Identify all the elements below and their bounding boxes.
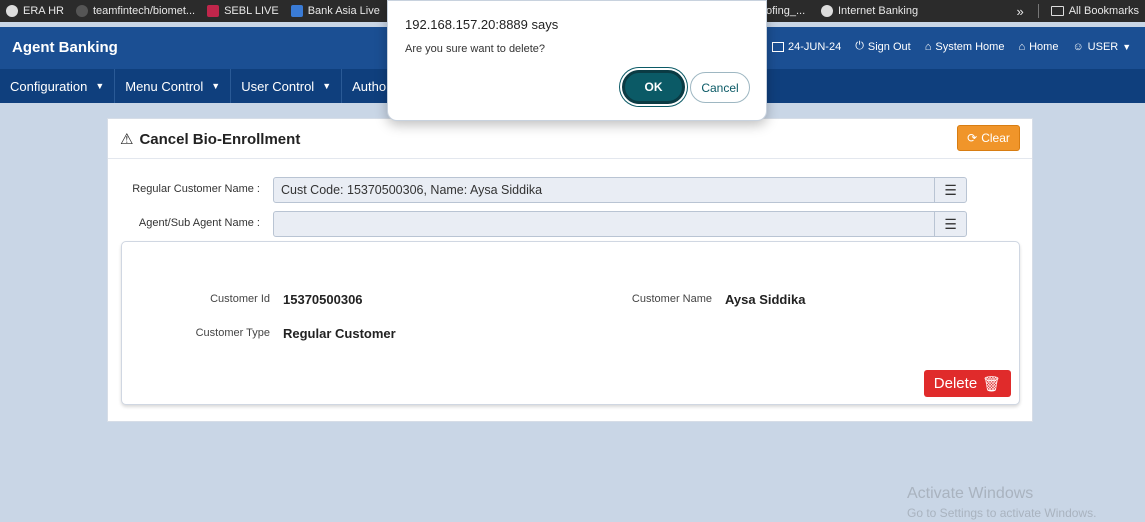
home-icon: ⌂ — [924, 40, 932, 53]
delete-button[interactable]: Delete 🗑 — [924, 370, 1011, 397]
bookmark-teamfintech[interactable]: teamfintech/biomet... — [70, 5, 201, 17]
customer-id-label: Customer Id — [210, 293, 270, 305]
divider — [1037, 4, 1039, 18]
activate-windows-watermark: Activate Windows — [907, 485, 1034, 502]
home-link[interactable]: ⌂ Home — [1018, 41, 1058, 53]
home-icon: ⌂ — [1018, 40, 1026, 53]
warning-icon: ⚠ — [120, 131, 134, 148]
user-icon: ☺ — [1072, 40, 1084, 53]
all-bookmarks[interactable]: All Bookmarks — [1045, 5, 1145, 17]
trash-icon: 🗑 — [982, 375, 1002, 393]
bookmark-ofing[interactable]: ofing_... — [760, 5, 811, 17]
cancel-button[interactable]: Cancel — [690, 72, 750, 103]
dialog-message: Are you sure want to delete? — [405, 43, 546, 55]
customer-name-label: Customer Name — [631, 293, 712, 305]
bookmark-sebl-live[interactable]: SEBL LIVE — [201, 5, 285, 17]
chevron-down-icon: ▼ — [1122, 41, 1132, 52]
list-icon: ☰ — [944, 215, 957, 232]
menu-configuration[interactable]: Configuration ▼ — [0, 69, 116, 103]
ok-button[interactable]: OK — [622, 70, 685, 104]
menu-user-control[interactable]: User Control ▼ — [231, 69, 343, 103]
agent-list-button[interactable]: ☰ — [934, 211, 967, 237]
chevron-down-icon: ▼ — [211, 81, 221, 91]
bookmarks-right: » All Bookmarks — [1008, 0, 1145, 22]
chevron-down-icon: ▼ — [95, 81, 105, 91]
brand-title: Agent Banking — [12, 39, 118, 56]
menu-menu-control[interactable]: Menu Control ▼ — [115, 69, 232, 103]
sign-out-link[interactable]: ⏻ Sign Out — [855, 40, 911, 53]
customer-id-value: 15370500306 — [283, 292, 363, 307]
dialog-title: 192.168.157.20:8889 says — [405, 17, 559, 32]
github-icon — [821, 5, 833, 17]
clear-button[interactable]: ⟳ Clear — [957, 125, 1020, 151]
system-home-link[interactable]: ⌂ System Home — [925, 41, 1005, 53]
sebl-icon — [207, 5, 220, 17]
folder-icon — [1050, 6, 1064, 16]
github-icon — [6, 5, 18, 17]
agent-label: Agent/Sub Agent Name : — [138, 217, 260, 229]
list-icon: ☰ — [944, 181, 957, 198]
customer-type-value: Regular Customer — [283, 326, 396, 341]
bookmark-era-hr[interactable]: ERA HR — [0, 5, 70, 17]
user-menu[interactable]: ☺ USER ▼ — [1072, 41, 1131, 53]
chevron-down-icon: ▼ — [322, 81, 332, 91]
customer-info-panel: Customer Id 15370500306 Customer Name Ay… — [121, 241, 1020, 405]
agent-field[interactable] — [273, 211, 935, 237]
activate-windows-subtext: Go to Settings to activate Windows. — [907, 506, 1097, 520]
regular-customer-list-button[interactable]: ☰ — [934, 177, 967, 203]
customer-type-label: Customer Type — [195, 327, 270, 339]
date-display: 24-JUN-24 — [772, 41, 841, 53]
bookmark-internet-banking[interactable]: Internet Banking — [815, 5, 924, 17]
power-icon: ⏻ — [855, 40, 864, 52]
divider — [108, 158, 1032, 159]
customer-name-value: Aysa Siddika — [725, 292, 806, 307]
refresh-icon: ⟳ — [967, 131, 978, 145]
regular-customer-field[interactable]: Cust Code: 15370500306, Name: Aysa Siddi… — [273, 177, 935, 203]
confirm-dialog: 192.168.157.20:8889 says Are you sure wa… — [387, 0, 767, 121]
header-actions: 24-JUN-24 ⏻ Sign Out ⌂ System Home ⌂ Hom… — [772, 40, 1131, 53]
bookmark-bank-asia-live[interactable]: Bank Asia Live — [285, 5, 386, 17]
cancel-bio-enrollment-card: ⚠ Cancel Bio-Enrollment ⟳ Clear Regular … — [107, 118, 1033, 422]
regular-customer-label: Regular Customer Name : — [132, 183, 260, 195]
github-icon — [75, 5, 88, 17]
calendar-icon — [772, 41, 784, 52]
grid-icon — [290, 5, 303, 17]
page-title: ⚠ Cancel Bio-Enrollment — [120, 130, 301, 149]
chevron-double-right-icon[interactable]: » — [1008, 4, 1031, 19]
